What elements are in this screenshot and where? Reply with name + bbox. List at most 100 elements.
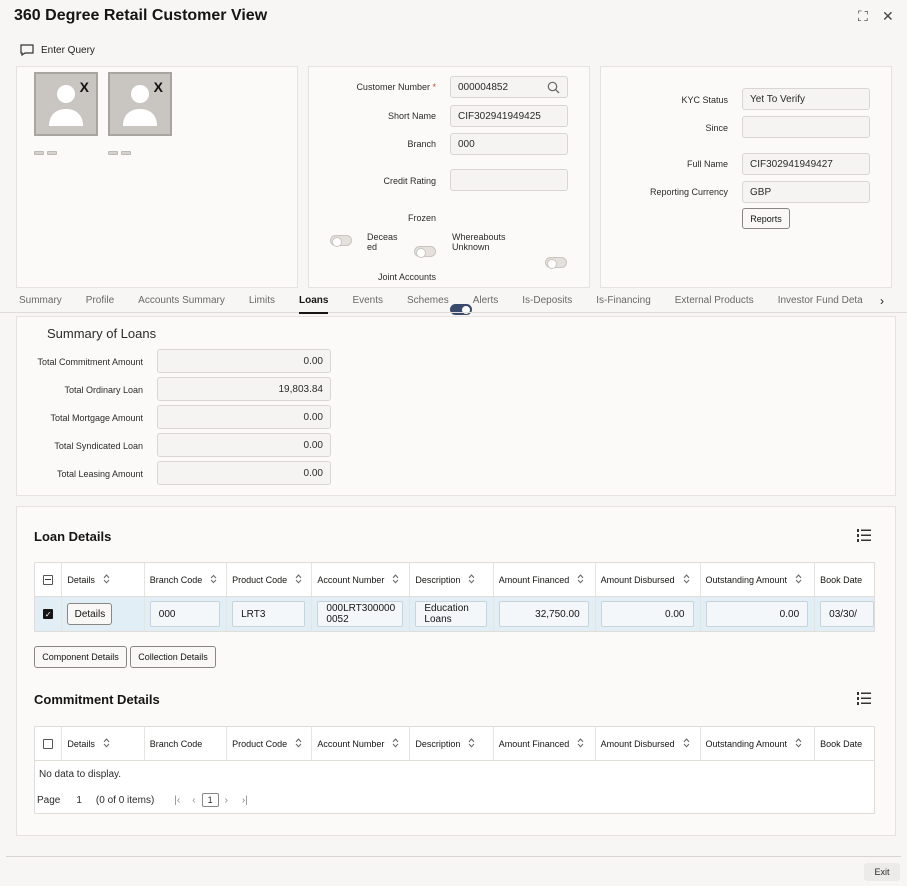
summary-label: Total Commitment Amount	[37, 357, 143, 367]
summary-label: Total Ordinary Loan	[64, 385, 143, 395]
tab-limits[interactable]: Limits	[249, 289, 275, 313]
summary-value-field[interactable]: 19,803.84	[157, 377, 331, 401]
column-header[interactable]: Outstanding Amount	[701, 727, 816, 760]
remove-photo-icon[interactable]: X	[80, 79, 89, 95]
tab-profile[interactable]: Profile	[86, 289, 114, 313]
summary-value-field[interactable]: 0.00	[157, 461, 331, 485]
column-header[interactable]: Amount Disbursed	[596, 727, 701, 760]
column-header[interactable]: Description	[410, 727, 494, 760]
column-header[interactable]: Account Number	[312, 727, 411, 760]
whereabouts-label: Whereabouts Unknown	[452, 232, 506, 252]
chevron-right-icon[interactable]: ›	[880, 294, 884, 308]
first-page-icon[interactable]: |‹	[174, 795, 180, 806]
prev-page-icon[interactable]: ‹	[192, 795, 195, 806]
since-field[interactable]	[742, 116, 870, 138]
sort-icon[interactable]	[683, 573, 690, 586]
whereabouts-toggle[interactable]	[545, 257, 567, 269]
column-header[interactable]: Description	[410, 563, 494, 596]
column-header[interactable]: Product Code	[227, 727, 313, 760]
column-header[interactable]: Amount Financed	[494, 563, 596, 596]
select-all-checkbox[interactable]	[43, 574, 54, 585]
summary-panel	[16, 316, 896, 496]
sort-icon[interactable]	[795, 573, 802, 586]
sort-icon[interactable]	[468, 737, 475, 750]
credit-rating-field[interactable]	[450, 169, 568, 191]
column-header[interactable]: Branch Code	[145, 563, 228, 596]
sort-icon[interactable]	[683, 737, 690, 750]
exit-button[interactable]: Exit	[864, 863, 900, 881]
customer-photo[interactable]: X	[34, 72, 98, 136]
column-header[interactable]: Details	[62, 563, 145, 596]
sort-icon[interactable]	[295, 573, 302, 586]
column-header[interactable]: Outstanding Amount	[701, 563, 816, 596]
signature-pager[interactable]	[108, 151, 131, 155]
column-header-label: Details	[67, 738, 95, 749]
close-icon[interactable]: ✕	[882, 8, 894, 25]
deceased-label: Deceas ed	[367, 232, 398, 252]
column-header[interactable]: Product Code	[227, 563, 313, 596]
frozen-label: Frozen	[407, 213, 436, 223]
column-header[interactable]: Book Date	[815, 727, 874, 760]
select-all-checkbox[interactable]	[43, 738, 54, 749]
remove-signature-icon[interactable]: X	[154, 79, 163, 95]
sort-icon[interactable]	[295, 737, 302, 750]
sort-icon[interactable]	[795, 737, 802, 750]
summary-value-field[interactable]: 0.00	[157, 433, 331, 457]
reporting-currency-field[interactable]: GBP	[742, 181, 870, 203]
frozen-toggle[interactable]	[330, 235, 352, 247]
enter-query-button[interactable]: Enter Query	[20, 44, 95, 56]
sort-icon[interactable]	[392, 573, 399, 586]
reports-button[interactable]: Reports	[742, 208, 790, 229]
column-header-label: Amount Disbursed	[600, 738, 675, 749]
tab-events[interactable]: Events	[352, 289, 383, 313]
column-header[interactable]: Book Date	[815, 563, 874, 596]
column-header[interactable]: Details	[62, 727, 145, 760]
summary-value-field[interactable]: 0.00	[157, 405, 331, 429]
photo-pager[interactable]	[34, 151, 57, 155]
credit-rating-label: Credit Rating	[383, 176, 436, 186]
table-row[interactable]: ✓ Details 000 LRT3 000LRT300000 0052 Educ…	[35, 597, 874, 631]
column-list-icon[interactable]	[857, 529, 871, 545]
tab-external-products[interactable]: External Products	[675, 289, 754, 313]
page-input[interactable]: 1	[76, 795, 82, 806]
tab-summary[interactable]: Summary	[19, 289, 62, 313]
customer-number-input[interactable]: 000004852	[450, 76, 568, 98]
tab-is-deposits[interactable]: Is-Deposits	[522, 289, 572, 313]
next-page-icon[interactable]: ›	[225, 795, 228, 806]
summary-value-field[interactable]: 0.00	[157, 349, 331, 373]
last-page-icon[interactable]: ›|	[242, 795, 248, 806]
column-header[interactable]: Amount Financed	[494, 727, 596, 760]
customer-signature[interactable]: X	[108, 72, 172, 136]
current-page[interactable]: 1	[201, 793, 219, 807]
restore-icon[interactable]: ⛶	[858, 8, 868, 25]
sort-icon[interactable]	[103, 737, 110, 750]
column-header[interactable]: Account Number	[312, 563, 411, 596]
tab-investor-fund-deta[interactable]: Investor Fund Deta	[778, 289, 863, 313]
row-checkbox[interactable]: ✓	[43, 609, 54, 619]
collection-details-button[interactable]: Collection Details	[130, 646, 216, 668]
full-name-field[interactable]: CIF302941949427	[742, 153, 870, 175]
search-icon[interactable]	[547, 81, 560, 94]
sort-icon[interactable]	[103, 573, 110, 586]
column-header[interactable]: Branch Code	[145, 727, 228, 760]
tab-accounts-summary[interactable]: Accounts Summary	[138, 289, 225, 313]
column-header-label: Outstanding Amount	[705, 738, 788, 749]
column-header-label: Amount Financed	[498, 738, 570, 749]
component-details-button[interactable]: Component Details	[34, 646, 127, 668]
tab-is-financing[interactable]: Is-Financing	[596, 289, 650, 313]
tab-alerts[interactable]: Alerts	[473, 289, 499, 313]
tab-loans[interactable]: Loans	[298, 289, 329, 314]
column-header[interactable]: Amount Disbursed	[596, 563, 701, 596]
tab-schemes[interactable]: Schemes	[407, 289, 449, 313]
deceased-toggle[interactable]	[414, 246, 436, 258]
sort-icon[interactable]	[468, 573, 475, 586]
sort-icon[interactable]	[577, 573, 584, 586]
kyc-status-field[interactable]: Yet To Verify	[742, 88, 870, 110]
short-name-field[interactable]: CIF302941949425	[450, 105, 568, 127]
details-button[interactable]: Details	[67, 603, 113, 625]
column-list-icon[interactable]	[857, 692, 871, 708]
branch-field[interactable]: 000	[450, 133, 568, 155]
sort-icon[interactable]	[577, 737, 584, 750]
sort-icon[interactable]	[210, 574, 217, 586]
sort-icon[interactable]	[392, 737, 399, 750]
